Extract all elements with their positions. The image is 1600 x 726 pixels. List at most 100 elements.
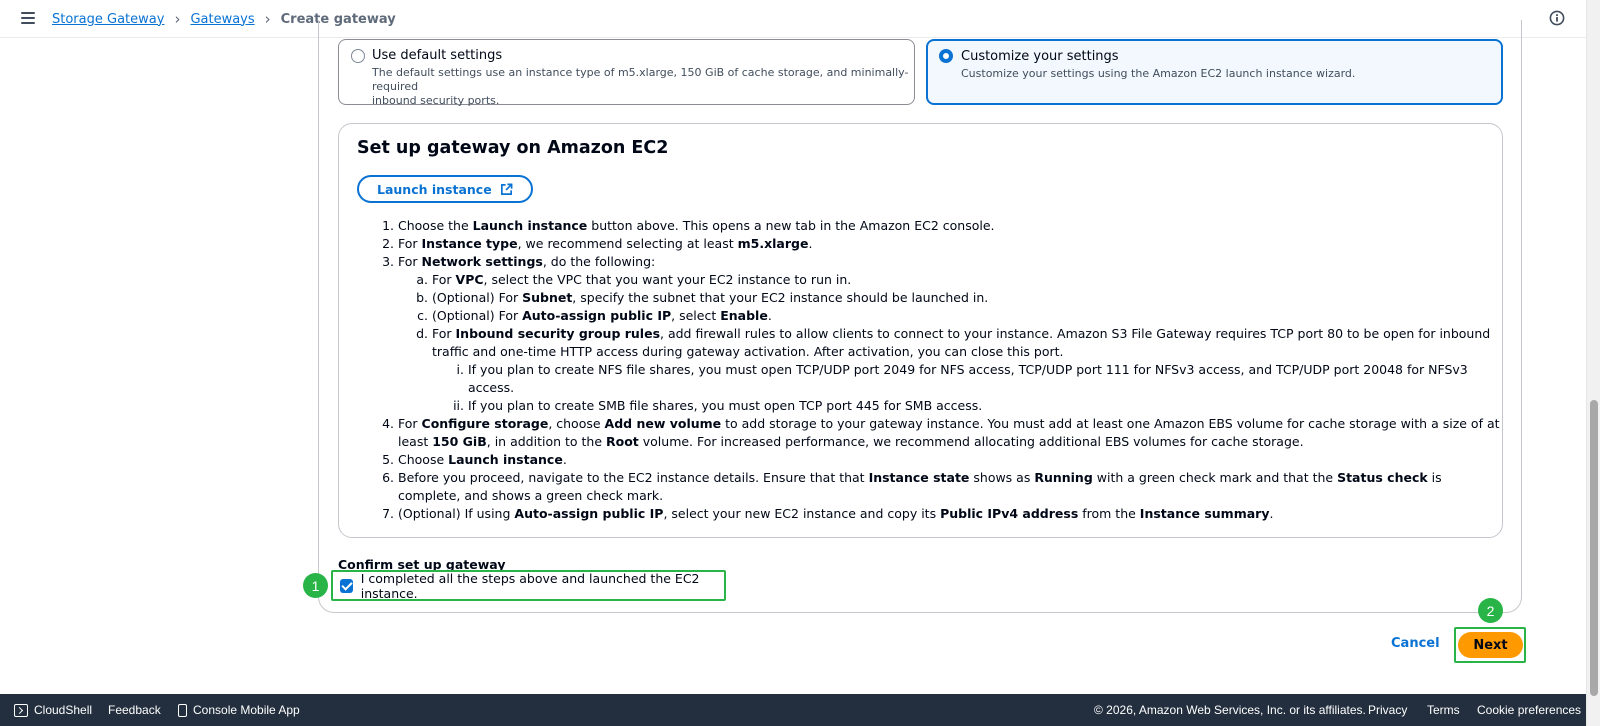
step-bold: Enable: [720, 308, 768, 323]
option-custom-label: Customize your settings: [961, 49, 1119, 64]
step-bold: Instance state: [868, 470, 970, 485]
option-default-label: Use default settings: [372, 48, 503, 63]
step-text: .: [767, 308, 772, 323]
step-bold: Auto-assign public IP: [514, 506, 664, 521]
menu-icon[interactable]: [21, 12, 35, 24]
option-default-description: The default settings use an instance typ…: [372, 66, 914, 108]
step-text: .: [808, 236, 813, 251]
step-text: with a green check mark and that the: [1092, 470, 1338, 485]
step-bold: Root: [606, 434, 639, 449]
step-number: 7.: [382, 506, 394, 521]
step-text: , specify the subnet that your EC2 insta…: [572, 290, 989, 305]
step-text: (Optional) If using: [398, 506, 515, 521]
step-marker-1: 1: [303, 573, 328, 598]
step-bold: Status check: [1337, 470, 1428, 485]
ec2-setup-panel: Set up gateway on Amazon EC2 Launch inst…: [338, 123, 1503, 538]
step-marker-2: 2: [1478, 598, 1503, 623]
list-item: 4. For Configure storage, choose Add new…: [379, 415, 1502, 451]
step-bold: Subnet: [522, 290, 573, 305]
step-bold: m5.xlarge: [737, 236, 809, 251]
breadcrumb-storage-gateway[interactable]: Storage Gateway: [52, 12, 164, 27]
step-text: .: [1269, 506, 1274, 521]
step-bold: Instance type: [421, 236, 518, 251]
step-text: , choose: [548, 416, 605, 431]
confirm-checkbox-label[interactable]: I completed all the steps above and laun…: [361, 571, 724, 601]
chevron-right-icon: ›: [174, 10, 181, 28]
feedback-link[interactable]: Feedback: [108, 703, 161, 717]
setup-title: Set up gateway on Amazon EC2: [357, 138, 669, 158]
step-text: For: [398, 236, 422, 251]
confirm-checkbox[interactable]: [340, 578, 353, 593]
step-text: , in addition to the: [486, 434, 606, 449]
list-item: ii. If you plan to create SMB file share…: [449, 397, 1502, 415]
option-customize-settings[interactable]: Customize your settings Customize your s…: [926, 39, 1503, 105]
step-number: 1.: [382, 218, 394, 233]
list-item: d. For Inbound security group rules, add…: [413, 325, 1502, 361]
console-footer: CloudShell Feedback Console Mobile App ©…: [0, 694, 1586, 726]
step-text: (Optional) For: [432, 308, 523, 323]
list-item: 2. For Instance type, we recommend selec…: [379, 235, 1502, 253]
step-text: For: [432, 272, 456, 287]
terms-link[interactable]: Terms: [1427, 703, 1460, 717]
list-item: c. (Optional) For Auto-assign public IP,…: [413, 307, 1502, 325]
step-text: If you plan to create NFS file shares, y…: [468, 362, 1468, 395]
cloudshell-label: CloudShell: [34, 703, 93, 717]
step-bold: Auto-assign public IP: [522, 308, 672, 323]
step-bold: Instance summary: [1139, 506, 1270, 521]
terminal-icon: [14, 703, 28, 717]
external-link-icon: [500, 183, 513, 195]
step-bold: Launch instance: [472, 218, 588, 233]
step-number: 4.: [382, 416, 394, 431]
step-bold: VPC: [455, 272, 484, 287]
list-item: 7. (Optional) If using Auto-assign publi…: [379, 505, 1502, 523]
step-text: volume. For increased performance, we re…: [638, 434, 1304, 449]
step-text: from the: [1078, 506, 1140, 521]
step-bold: 150 GiB: [432, 434, 487, 449]
cancel-button[interactable]: Cancel: [1391, 636, 1440, 651]
option-default-settings[interactable]: Use default settings The default setting…: [338, 39, 915, 108]
step-bold: Running: [1034, 470, 1093, 485]
list-item: i. If you plan to create NFS file shares…: [449, 361, 1502, 397]
step-number: i.: [456, 362, 464, 377]
mobile-app-label: Console Mobile App: [193, 703, 300, 717]
copyright-text: © 2026, Amazon Web Services, Inc. or its…: [1094, 703, 1366, 717]
step-text: button above. This opens a new tab in th…: [587, 218, 995, 233]
step-number: d.: [416, 326, 428, 341]
step-bold: Inbound security group rules: [455, 326, 661, 341]
step-text: Choose: [398, 452, 449, 467]
step-number: a.: [416, 272, 428, 287]
option-default-desc-line2: inbound security ports.: [372, 94, 500, 107]
step-number: 6.: [382, 470, 394, 485]
mobile-icon: [178, 703, 187, 717]
step-text: , select the VPC that you want your EC2 …: [483, 272, 852, 287]
breadcrumb-gateways[interactable]: Gateways: [190, 12, 254, 27]
radio-default-settings[interactable]: [351, 49, 365, 63]
step-text: , select your new EC2 instance and copy …: [663, 506, 941, 521]
list-item: 1. Choose the Launch instance button abo…: [379, 217, 1502, 235]
page-scrollbar[interactable]: [1586, 0, 1600, 726]
chevron-right-icon: ›: [264, 10, 271, 28]
scrollbar-thumb[interactable]: [1590, 400, 1598, 696]
step-text: , do the following:: [542, 254, 656, 269]
step-text: (Optional) For: [432, 290, 523, 305]
step-bold: Network settings: [421, 254, 543, 269]
confirm-checkbox-row[interactable]: I completed all the steps above and laun…: [331, 570, 726, 601]
radio-customize-settings[interactable]: [939, 49, 953, 63]
option-custom-description: Customize your settings using the Amazon…: [961, 67, 1356, 80]
step-text: If you plan to create SMB file shares, y…: [468, 398, 983, 413]
step-bold: Add new volume: [604, 416, 722, 431]
step-number: 3.: [382, 254, 394, 269]
cloudshell-button[interactable]: CloudShell: [14, 703, 92, 717]
step-text: Choose the: [398, 218, 473, 233]
privacy-link[interactable]: Privacy: [1368, 703, 1407, 717]
step-text: , we recommend selecting at least: [517, 236, 738, 251]
step-bold: Configure storage: [421, 416, 549, 431]
step-bold: Launch instance: [448, 452, 563, 467]
step-number: 2.: [382, 236, 394, 251]
next-button[interactable]: Next: [1458, 632, 1523, 658]
launch-instance-button[interactable]: Launch instance: [357, 175, 533, 203]
console-mobile-app-link[interactable]: Console Mobile App: [178, 703, 300, 717]
cookie-preferences-link[interactable]: Cookie preferences: [1477, 703, 1581, 717]
info-icon[interactable]: [1549, 10, 1565, 26]
step-number: c.: [417, 308, 428, 323]
